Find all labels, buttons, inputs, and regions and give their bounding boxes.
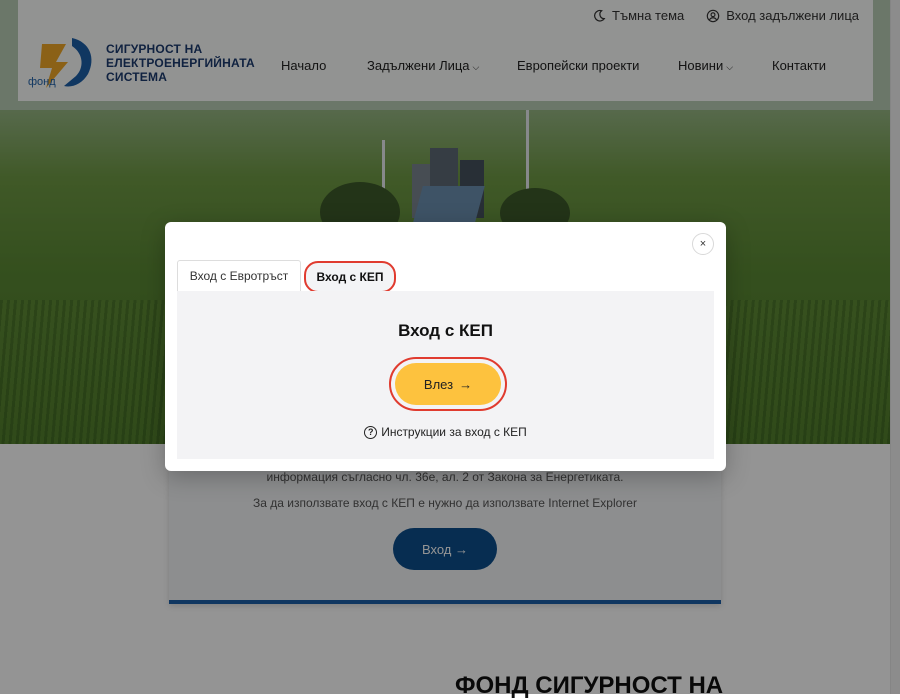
close-button[interactable]: ×	[692, 233, 714, 255]
panel-title: Вход с КЕП	[398, 321, 493, 340]
tab-kep[interactable]: Вход с КЕП	[304, 261, 396, 293]
kep-instructions-label: Инструкции за вход с КЕП	[381, 425, 527, 439]
tab-evrotrust[interactable]: Вход с Евротръст	[177, 260, 301, 291]
arrow-right-icon: →	[459, 376, 473, 392]
question-circle-icon: ?	[364, 425, 378, 439]
tab-panel-kep: Вход с КЕП Влез → ? Инструкции за вход с…	[177, 291, 714, 459]
login-modal: × Вход с Евротръст Вход с КЕП Вход с КЕП…	[165, 222, 726, 471]
kep-instructions-link[interactable]: ? Инструкции за вход с КЕП	[177, 425, 714, 439]
close-icon: ×	[699, 238, 707, 250]
enter-button-label: Влез	[423, 376, 454, 392]
enter-button[interactable]: Влез →	[395, 363, 501, 405]
